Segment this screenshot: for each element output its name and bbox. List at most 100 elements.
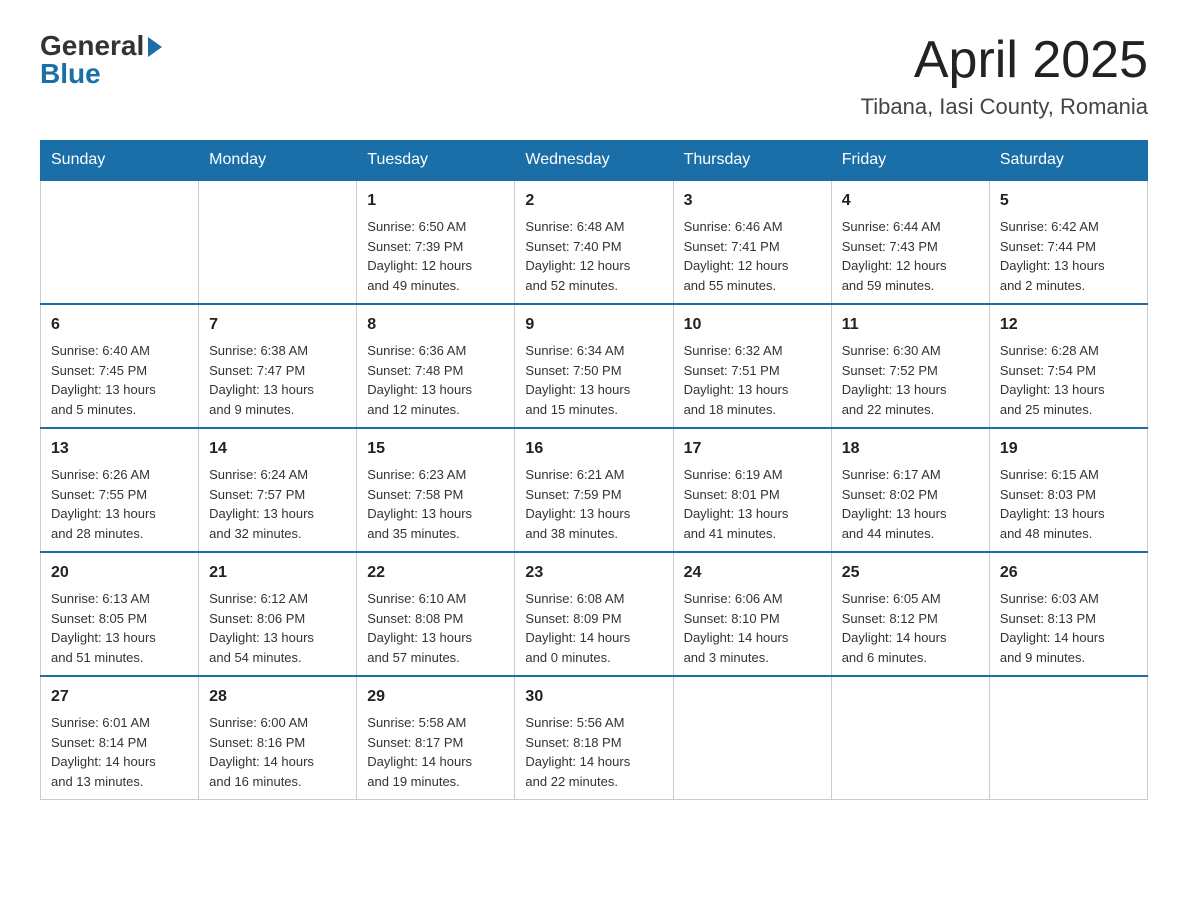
calendar-week-row: 20Sunrise: 6:13 AMSunset: 8:05 PMDayligh… bbox=[41, 552, 1148, 676]
calendar-header-sunday: Sunday bbox=[41, 141, 199, 181]
day-info: Daylight: 13 hours bbox=[525, 380, 662, 400]
day-info: Daylight: 12 hours bbox=[842, 256, 979, 276]
day-info: and 12 minutes. bbox=[367, 400, 504, 420]
calendar-cell: 20Sunrise: 6:13 AMSunset: 8:05 PMDayligh… bbox=[41, 552, 199, 676]
day-info: Sunset: 7:39 PM bbox=[367, 237, 504, 257]
day-number: 20 bbox=[51, 561, 188, 585]
calendar-cell bbox=[199, 180, 357, 304]
day-info: Sunset: 7:57 PM bbox=[209, 485, 346, 505]
day-info: Daylight: 13 hours bbox=[367, 504, 504, 524]
day-info: Sunset: 7:55 PM bbox=[51, 485, 188, 505]
day-info: Daylight: 13 hours bbox=[684, 504, 821, 524]
calendar-cell: 29Sunrise: 5:58 AMSunset: 8:17 PMDayligh… bbox=[357, 676, 515, 800]
day-info: and 16 minutes. bbox=[209, 772, 346, 792]
day-info: Sunrise: 6:32 AM bbox=[684, 341, 821, 361]
calendar-cell: 30Sunrise: 5:56 AMSunset: 8:18 PMDayligh… bbox=[515, 676, 673, 800]
day-info: and 22 minutes. bbox=[525, 772, 662, 792]
day-info: Sunrise: 6:19 AM bbox=[684, 465, 821, 485]
day-info: and 28 minutes. bbox=[51, 524, 188, 544]
day-info: and 6 minutes. bbox=[842, 648, 979, 668]
day-info: Sunset: 7:44 PM bbox=[1000, 237, 1137, 257]
day-info: Sunset: 8:17 PM bbox=[367, 733, 504, 753]
day-info: Sunrise: 6:13 AM bbox=[51, 589, 188, 609]
day-info: and 5 minutes. bbox=[51, 400, 188, 420]
day-info: Sunset: 7:43 PM bbox=[842, 237, 979, 257]
day-info: Daylight: 12 hours bbox=[684, 256, 821, 276]
day-number: 26 bbox=[1000, 561, 1137, 585]
day-info: Sunset: 7:40 PM bbox=[525, 237, 662, 257]
calendar-cell: 25 Sunrise: 6:05 AMSunset: 8:12 PMDayligh… bbox=[831, 552, 989, 676]
calendar-cell: 24Sunrise: 6:06 AMSunset: 8:10 PMDayligh… bbox=[673, 552, 831, 676]
day-info: Daylight: 13 hours bbox=[51, 380, 188, 400]
day-info: Daylight: 14 hours bbox=[525, 752, 662, 772]
day-info: Sunrise: 6:40 AM bbox=[51, 341, 188, 361]
day-info: and 48 minutes. bbox=[1000, 524, 1137, 544]
day-number: 9 bbox=[525, 313, 662, 337]
day-number: 22 bbox=[367, 561, 504, 585]
day-number: 4 bbox=[842, 189, 979, 213]
calendar-cell: 11 Sunrise: 6:30 AMSunset: 7:52 PMDayligh… bbox=[831, 304, 989, 428]
day-info: Sunrise: 6:21 AM bbox=[525, 465, 662, 485]
calendar-cell: 6Sunrise: 6:40 AMSunset: 7:45 PMDaylight… bbox=[41, 304, 199, 428]
day-info: Sunrise: 6:24 AM bbox=[209, 465, 346, 485]
day-number: 7 bbox=[209, 313, 346, 337]
location-title: Tibana, Iasi County, Romania bbox=[861, 94, 1148, 120]
day-info: Sunrise: 6:05 AM bbox=[842, 589, 979, 609]
calendar-cell: 7Sunrise: 6:38 AMSunset: 7:47 PMDaylight… bbox=[199, 304, 357, 428]
day-info: and 22 minutes. bbox=[842, 400, 979, 420]
day-info: and 0 minutes. bbox=[525, 648, 662, 668]
day-info: and 3 minutes. bbox=[684, 648, 821, 668]
day-number: 24 bbox=[684, 561, 821, 585]
day-info: Daylight: 13 hours bbox=[842, 380, 979, 400]
day-info: and 9 minutes. bbox=[1000, 648, 1137, 668]
calendar-cell: 3Sunrise: 6:46 AMSunset: 7:41 PMDaylight… bbox=[673, 180, 831, 304]
day-number: 1 bbox=[367, 189, 504, 213]
day-info: and 15 minutes. bbox=[525, 400, 662, 420]
day-number: 13 bbox=[51, 437, 188, 461]
day-info: Daylight: 13 hours bbox=[209, 380, 346, 400]
day-number: 25 bbox=[842, 561, 979, 585]
day-info: Sunset: 7:47 PM bbox=[209, 361, 346, 381]
day-info: Sunrise: 6:06 AM bbox=[684, 589, 821, 609]
day-info: Daylight: 14 hours bbox=[1000, 628, 1137, 648]
day-info: and 57 minutes. bbox=[367, 648, 504, 668]
day-number: 16 bbox=[525, 437, 662, 461]
day-number: 30 bbox=[525, 685, 662, 709]
day-info: Daylight: 14 hours bbox=[51, 752, 188, 772]
calendar-cell: 12Sunrise: 6:28 AMSunset: 7:54 PMDayligh… bbox=[989, 304, 1147, 428]
day-info: and 13 minutes. bbox=[51, 772, 188, 792]
day-info: Sunset: 7:41 PM bbox=[684, 237, 821, 257]
calendar-cell: 18Sunrise: 6:17 AMSunset: 8:02 PMDayligh… bbox=[831, 428, 989, 552]
day-info: Sunset: 8:12 PM bbox=[842, 609, 979, 629]
calendar-cell bbox=[673, 676, 831, 800]
day-info: Sunset: 8:14 PM bbox=[51, 733, 188, 753]
calendar-cell: 14Sunrise: 6:24 AMSunset: 7:57 PMDayligh… bbox=[199, 428, 357, 552]
day-info: Sunset: 8:02 PM bbox=[842, 485, 979, 505]
calendar-cell: 21Sunrise: 6:12 AMSunset: 8:06 PMDayligh… bbox=[199, 552, 357, 676]
calendar-cell: 13Sunrise: 6:26 AMSunset: 7:55 PMDayligh… bbox=[41, 428, 199, 552]
day-info: Sunset: 8:06 PM bbox=[209, 609, 346, 629]
calendar-header-saturday: Saturday bbox=[989, 141, 1147, 181]
calendar-table: SundayMondayTuesdayWednesdayThursdayFrid… bbox=[40, 140, 1148, 800]
page-header: General Blue April 2025 Tibana, Iasi Cou… bbox=[40, 30, 1148, 120]
calendar-cell: 17Sunrise: 6:19 AMSunset: 8:01 PMDayligh… bbox=[673, 428, 831, 552]
calendar-cell: 4Sunrise: 6:44 AMSunset: 7:43 PMDaylight… bbox=[831, 180, 989, 304]
day-info: Sunrise: 6:30 AM bbox=[842, 341, 979, 361]
logo-blue-text: Blue bbox=[40, 58, 101, 90]
day-number: 18 bbox=[842, 437, 979, 461]
day-info: Sunset: 7:51 PM bbox=[684, 361, 821, 381]
day-info: and 35 minutes. bbox=[367, 524, 504, 544]
day-number: 15 bbox=[367, 437, 504, 461]
day-info: Sunrise: 6:12 AM bbox=[209, 589, 346, 609]
day-info: Sunset: 7:52 PM bbox=[842, 361, 979, 381]
day-info: Sunrise: 6:42 AM bbox=[1000, 217, 1137, 237]
day-info: and 52 minutes. bbox=[525, 276, 662, 296]
day-info: Sunrise: 6:46 AM bbox=[684, 217, 821, 237]
day-info: and 9 minutes. bbox=[209, 400, 346, 420]
day-info: Sunrise: 6:15 AM bbox=[1000, 465, 1137, 485]
day-number: 11 bbox=[842, 313, 979, 337]
calendar-cell: 8Sunrise: 6:36 AMSunset: 7:48 PMDaylight… bbox=[357, 304, 515, 428]
day-info: Sunset: 8:16 PM bbox=[209, 733, 346, 753]
day-info: Daylight: 14 hours bbox=[842, 628, 979, 648]
day-number: 14 bbox=[209, 437, 346, 461]
